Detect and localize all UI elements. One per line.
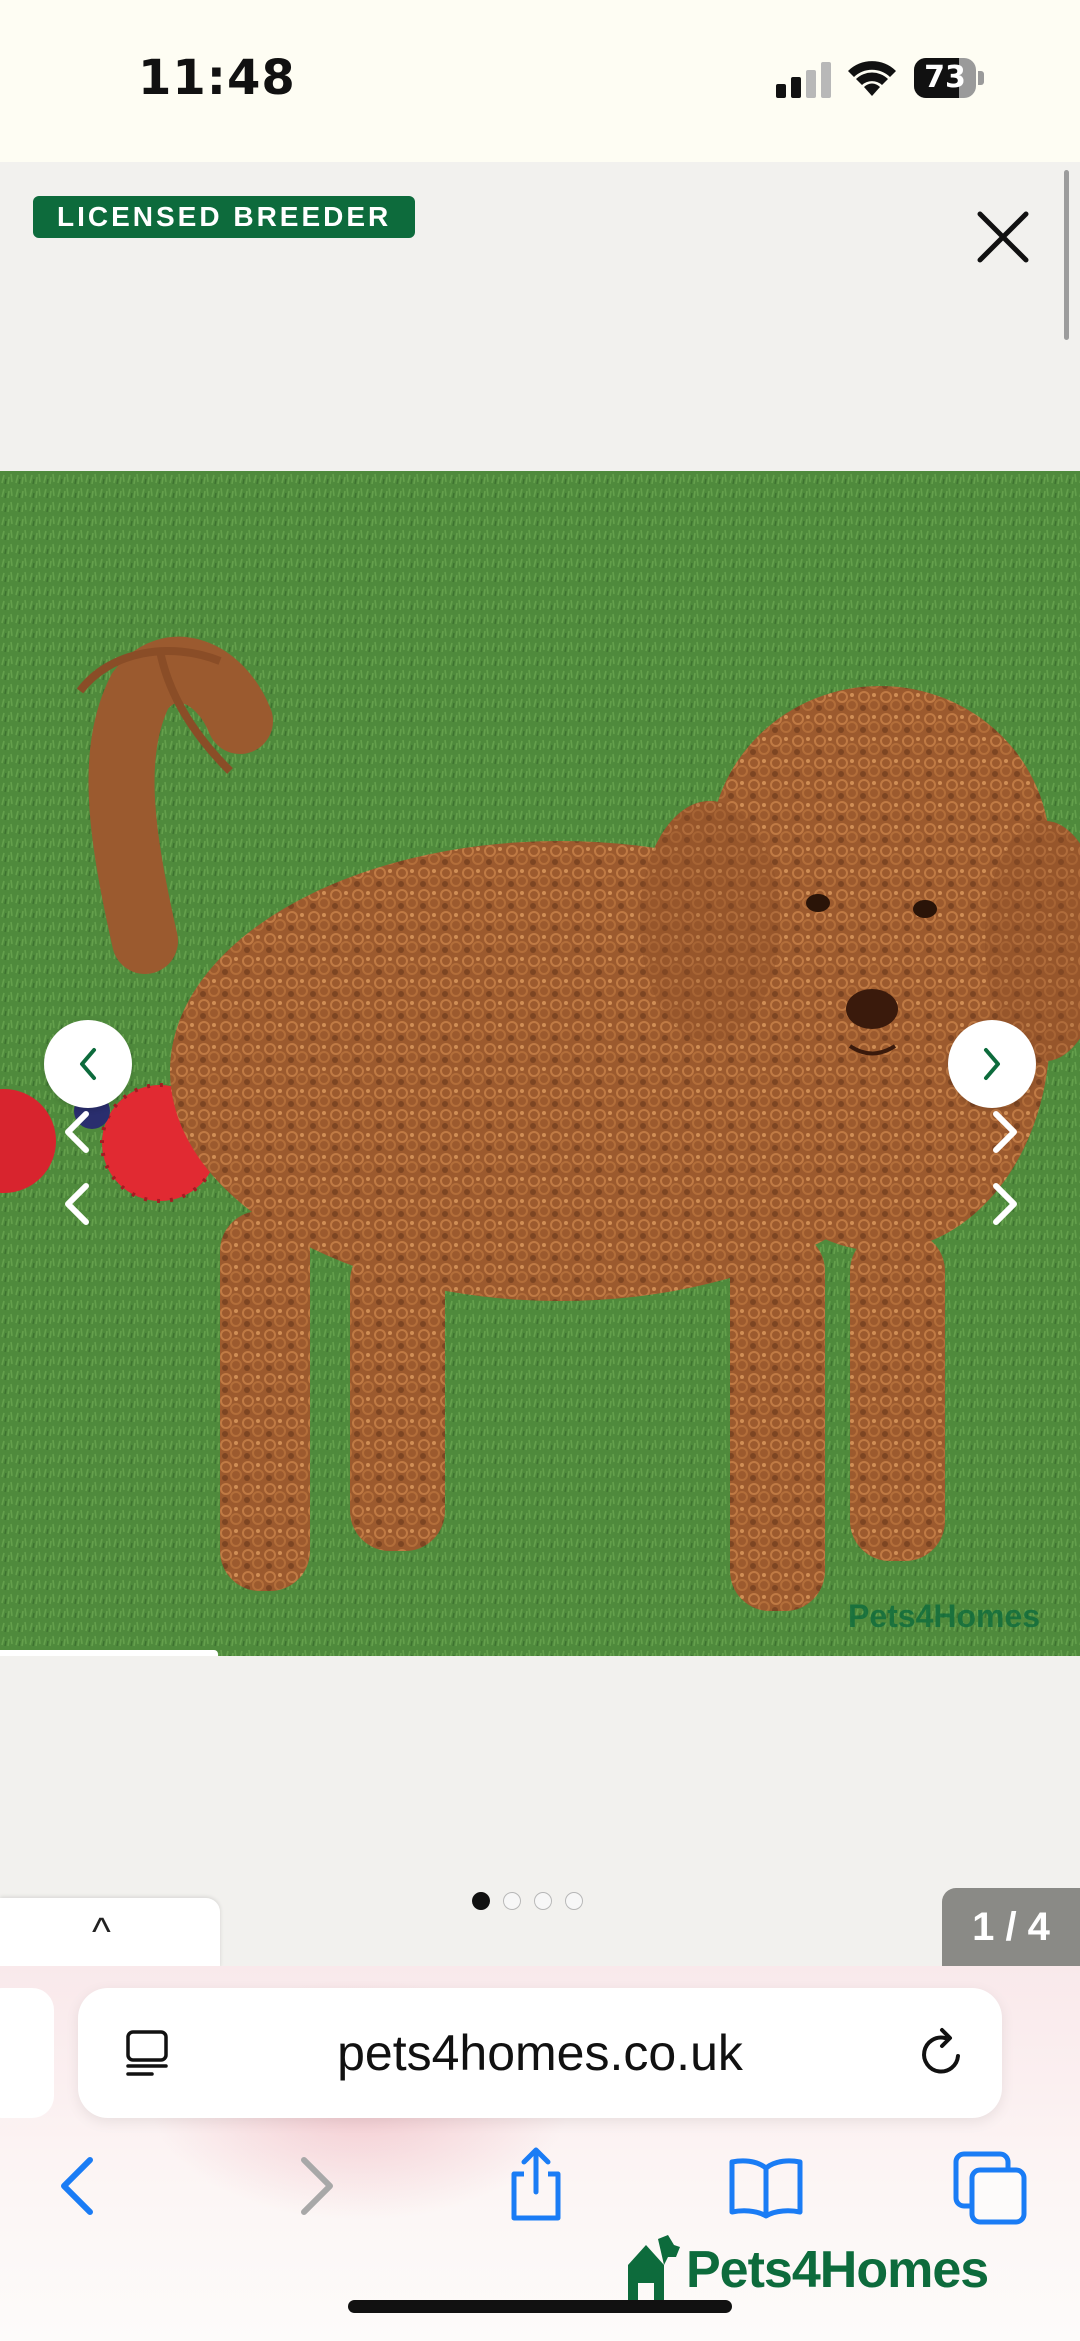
cellular-signal-icon [776,62,831,98]
house-dog-icon [628,2235,680,2305]
dog-photo [0,471,1080,1656]
photo-caption-strip [0,1650,218,1656]
licensed-breeder-badge: LICENSED BREEDER [33,196,416,238]
status-time: 11:48 [138,50,296,106]
gallery-dot[interactable] [565,1892,583,1910]
gallery-counter: 1 / 4 [942,1888,1080,1966]
chevron-left-icon [80,1048,96,1080]
share-icon[interactable] [500,2144,572,2224]
wifi-icon [848,61,896,96]
chevron-left-icon[interactable] [58,1180,94,1228]
address-bar[interactable]: pets4homes.co.uk [78,1988,1002,2118]
gallery-next-button[interactable] [948,1020,1036,1108]
collapse-panel-button[interactable]: ^ [0,1898,220,1968]
reload-icon[interactable] [914,2026,970,2082]
chevron-right-icon [984,1048,1000,1080]
page-scrollbar[interactable] [1064,170,1069,340]
tabs-icon[interactable] [952,2150,1028,2226]
pets4homes-logo: Pets4Homes [624,2230,989,2310]
back-icon[interactable] [44,2150,116,2222]
chevron-right-icon[interactable] [988,1180,1024,1228]
close-icon[interactable] [972,206,1034,268]
address-bar-url: pets4homes.co.uk [337,2025,743,2081]
forward-icon[interactable] [278,2150,350,2222]
chevron-left-icon[interactable] [58,1108,94,1156]
battery-percent: 73 [924,60,966,95]
bookmarks-icon[interactable] [726,2150,806,2222]
previous-tab-peek[interactable] [0,1988,54,2118]
gallery-dot[interactable] [534,1892,552,1910]
chevron-up-icon: ^ [92,1910,111,1954]
gallery-dot[interactable] [503,1892,521,1910]
battery-icon: 73 [914,58,986,100]
home-indicator[interactable] [348,2300,732,2313]
gallery-dot[interactable] [472,1892,490,1910]
chevron-right-icon[interactable] [988,1108,1024,1156]
gallery-pagination [472,1892,612,1916]
gallery-prev-button[interactable] [44,1020,132,1108]
brand-name: Pets4Homes [686,2241,989,2299]
dog-image [0,471,1080,1656]
photo-watermark: Pets4Homes [848,1598,1041,1634]
